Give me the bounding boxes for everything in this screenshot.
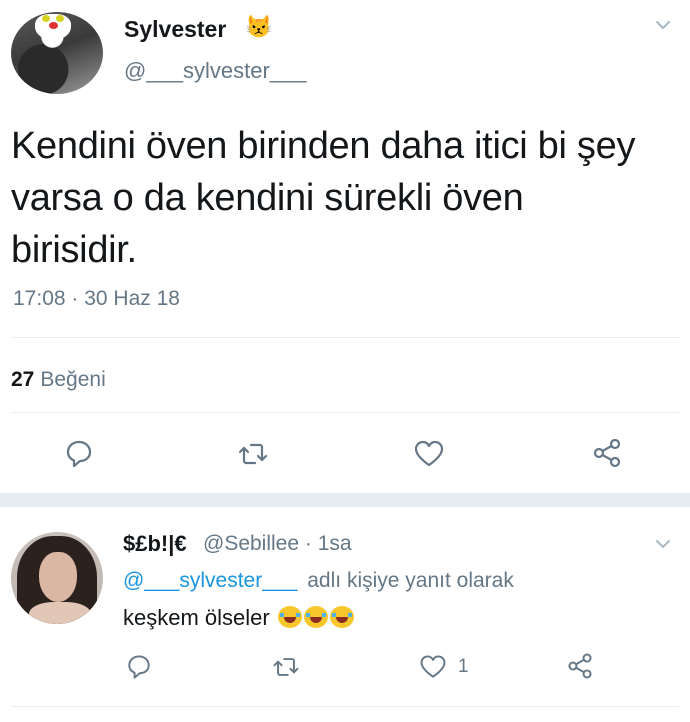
- reply-icon[interactable]: [124, 652, 154, 682]
- tweet-text: Kendini öven birinden daha itici bi şey …: [11, 125, 636, 271]
- avatar-eye: [42, 15, 50, 22]
- laughing-emoji-icon: [329, 606, 354, 628]
- reply-context: @___sylvester___ adlı kişiye yanıt olarak: [123, 569, 514, 593]
- avatar-shoulder: [29, 602, 91, 624]
- avatar[interactable]: [11, 532, 103, 624]
- reply-icon[interactable]: [62, 437, 96, 471]
- cat-emoji-icon: 😾: [245, 14, 273, 39]
- retweet-icon[interactable]: [236, 437, 270, 471]
- heart-icon[interactable]: [412, 437, 446, 471]
- share-icon[interactable]: [565, 651, 595, 681]
- mention-link[interactable]: @___sylvester___: [123, 569, 297, 592]
- like-count: 1: [458, 656, 469, 677]
- section-separator: [0, 493, 690, 507]
- reply-text: keşkem ölseler: [123, 605, 270, 630]
- reply-text-line: keşkem ölseler: [123, 605, 354, 631]
- user-handle-time[interactable]: @Sebillee · 1sa: [203, 532, 352, 556]
- user-handle[interactable]: @___sylvester___: [124, 58, 307, 84]
- chevron-down-icon[interactable]: [652, 14, 674, 36]
- reply-label: adlı kişiye yanıt olarak: [307, 569, 514, 592]
- avatar-face: [39, 552, 77, 602]
- divider: [11, 706, 679, 707]
- likes-count: 27: [11, 368, 35, 391]
- likes-summary[interactable]: 27 Beğeni: [11, 368, 106, 392]
- heart-icon[interactable]: [418, 652, 448, 682]
- divider: [11, 412, 679, 413]
- display-name[interactable]: Sylvester: [124, 16, 226, 43]
- laughing-emoji-icon: [277, 606, 302, 628]
- avatar-eye: [56, 15, 64, 22]
- avatar-nose: [49, 22, 58, 29]
- laughing-emoji-icon: [303, 606, 328, 628]
- chevron-down-icon[interactable]: [652, 533, 674, 555]
- divider: [11, 337, 679, 338]
- share-icon[interactable]: [590, 436, 624, 470]
- tweet-timestamp[interactable]: 17:08 · 30 Haz 18: [13, 287, 180, 311]
- retweet-icon[interactable]: [271, 652, 301, 682]
- display-name[interactable]: $£b!|€: [123, 531, 187, 557]
- avatar[interactable]: [11, 12, 103, 94]
- likes-label: Beğeni: [40, 368, 106, 391]
